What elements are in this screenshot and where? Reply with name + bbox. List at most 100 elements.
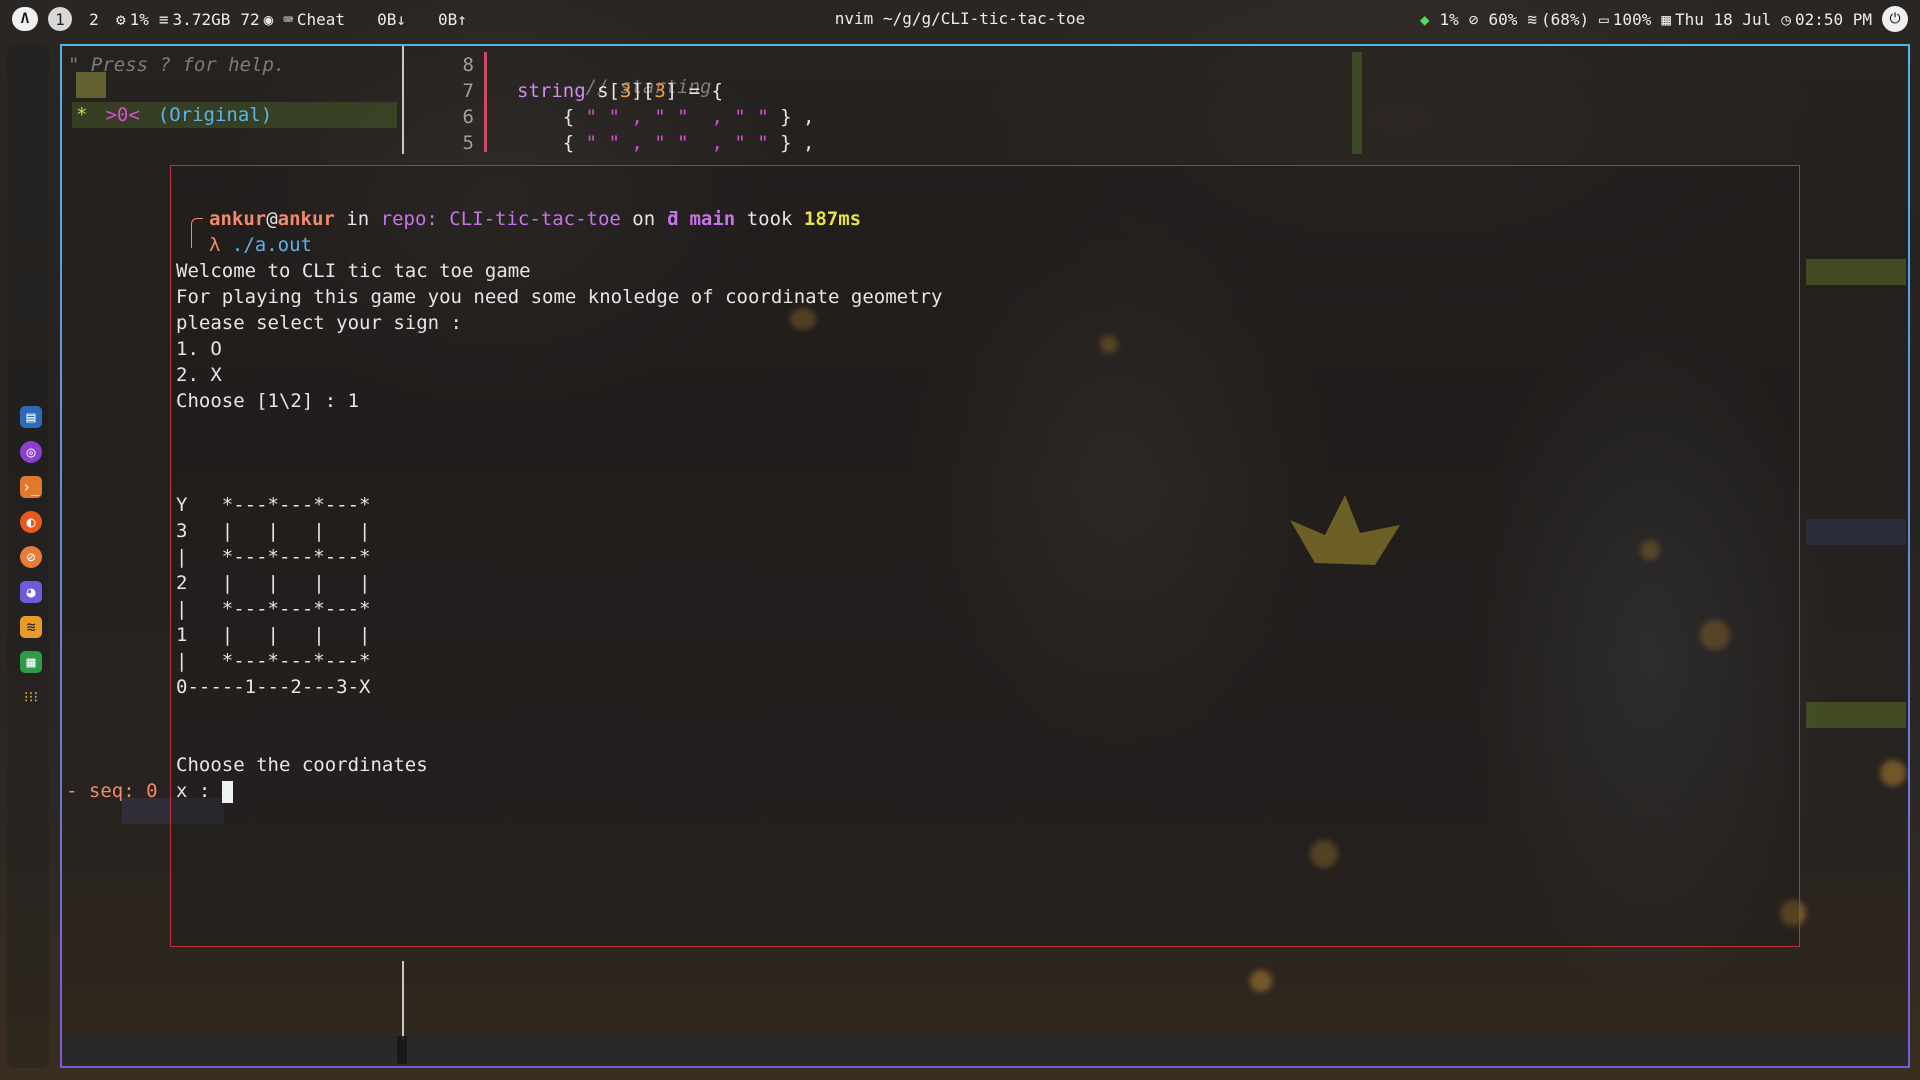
keyboard-icon: ⌨ xyxy=(283,9,293,29)
cheat-widget[interactable]: ⌨ Cheat xyxy=(283,10,345,29)
wifi-strength-widget[interactable]: ≋ (68%) xyxy=(1527,10,1589,29)
postman-icon[interactable]: ⊘ xyxy=(20,546,42,568)
output-line: For playing this game you need some knol… xyxy=(176,286,943,308)
network-icon[interactable]: ≋ xyxy=(20,616,42,638)
wifi-icon: ◆ xyxy=(1419,9,1430,29)
net-up-widget[interactable]: 0B↑ xyxy=(438,10,467,29)
eye-off-icon: ⊘ xyxy=(1468,9,1479,29)
window-title: nvim ~/g/g/CLI-tic-tac-toe xyxy=(834,9,1086,28)
input-line[interactable]: x : xyxy=(176,778,233,804)
network-usage-value: 1% xyxy=(1439,9,1459,29)
date-widget[interactable]: ▦ Thu 18 Jul xyxy=(1661,10,1771,29)
undotree-current-node[interactable]: * >0< (Original) xyxy=(72,102,397,128)
undotree-seq-footer: - seq: 0 xyxy=(66,780,158,802)
battery-value: 100% xyxy=(1612,9,1652,29)
split-divider[interactable] xyxy=(402,46,404,154)
code-text: ][ xyxy=(631,80,655,102)
prompt-branch: ƌ main xyxy=(666,208,736,230)
cpu-widget[interactable]: ⚙ 1% xyxy=(116,10,149,29)
floating-terminal[interactable]: ankur@ankur in repo: CLI-tic-tac-toe on … xyxy=(170,165,1800,947)
workspace-2-button[interactable]: 2 xyxy=(82,7,106,31)
browser-icon[interactable]: ◎ xyxy=(20,441,42,463)
workspace-1-button[interactable]: 1 xyxy=(48,7,72,31)
undotree-seq: >0< xyxy=(105,104,140,126)
code-type: string xyxy=(517,80,586,102)
coordinates-prompt: Choose the coordinates xyxy=(176,754,428,776)
date-value: Thu 18 Jul xyxy=(1674,9,1772,29)
prompt-host: ankur xyxy=(277,208,335,230)
shell-command-line: λ ./a.out xyxy=(209,232,312,258)
undotree-panel[interactable]: " Press ? for help. * >0< (Original) xyxy=(62,46,402,158)
shell-command: ./a.out xyxy=(231,234,312,256)
terminal-icon[interactable]: ›_ xyxy=(20,476,42,498)
time-value: 02:50 PM xyxy=(1794,9,1872,29)
split-divider[interactable] xyxy=(402,961,404,1041)
output-line: 2. X xyxy=(176,364,222,386)
temperature-widget[interactable]: 72 ◉ xyxy=(240,10,273,29)
line-number-bar xyxy=(484,52,487,152)
brightness-value-widget[interactable]: 60% xyxy=(1488,10,1517,29)
board-row: 0-----1---2---3-X xyxy=(176,676,371,698)
scroll-mark xyxy=(1806,259,1906,285)
line-number: 8 xyxy=(462,54,474,76)
memory-icon: ≡ xyxy=(158,9,169,29)
dock: ▤ ◎ ›_ ◐ ⊘ ◕ ≋ ▦ ⁝⁝⁝ xyxy=(7,44,49,1068)
scroll-mark xyxy=(1806,702,1906,728)
app-grid-icon[interactable]: ⁝⁝⁝ xyxy=(20,686,42,708)
undotree-original-label: (Original) xyxy=(157,104,273,126)
clock-icon: ◷ xyxy=(1781,9,1791,29)
battery-icon: ▭ xyxy=(1599,9,1609,29)
output-line: 1. O xyxy=(176,338,222,360)
terminal-cursor xyxy=(221,780,233,803)
cpu-icon: ⚙ xyxy=(116,9,126,29)
spreadsheet-icon[interactable]: ▦ xyxy=(20,651,42,673)
board-row: Y *---*---*---* xyxy=(176,494,371,516)
board-row: | *---*---*---* xyxy=(176,598,371,620)
battery-widget[interactable]: ▭ 100% xyxy=(1599,10,1651,29)
code-editor[interactable]: 8 // starting 7 string s[3][3] = { 6 { "… xyxy=(412,46,1362,158)
net-down-widget[interactable]: 0B↓ xyxy=(377,10,406,29)
board-row: 1 | | | | xyxy=(176,624,371,646)
statusline-divider xyxy=(397,1036,407,1064)
prompt-lambda: λ xyxy=(209,234,221,256)
prompt-user: ankur xyxy=(209,208,267,230)
code-strings: " " , " " , " " xyxy=(585,106,769,128)
power-button[interactable]: ⏻ xyxy=(1882,6,1908,32)
launcher-logo-button[interactable]: Λ xyxy=(12,7,38,31)
top-bar-right: ◆ 1% ⊘ 60% ≋ (68%) ▭ 100% ▦ Thu 18 Jul ◷… xyxy=(1420,6,1908,32)
brightness-widget[interactable]: ⊘ xyxy=(1469,10,1479,29)
code-line[interactable]: { " " , " " , " " } , xyxy=(517,132,815,154)
network-usage-widget[interactable]: 1% xyxy=(1440,10,1459,29)
shell-prompt-line: ankur@ankur in repo: CLI-tic-tac-toe on … xyxy=(209,206,861,232)
top-bar: Λ 1 2 ⚙ 1% ≡ 3.72GB 72 ◉ ⌨ Cheat 0B↓ 0B↑… xyxy=(0,0,1920,38)
file-manager-icon[interactable]: ▤ xyxy=(20,406,42,428)
code-number: 3 xyxy=(654,80,666,102)
clock-widget[interactable]: ◷ 02:50 PM xyxy=(1781,10,1872,29)
top-bar-left: Λ 1 2 ⚙ 1% ≡ 3.72GB 72 ◉ ⌨ Cheat 0B↓ 0B↑ xyxy=(12,7,467,31)
board-row: | *---*---*---* xyxy=(176,546,371,568)
board-row: 2 | | | | xyxy=(176,572,371,594)
wifi-widget[interactable]: ◆ xyxy=(1420,10,1430,29)
prompt-corner-decoration xyxy=(191,218,203,248)
cheat-label: Cheat xyxy=(296,9,346,29)
board-row: 3 | | | | xyxy=(176,520,371,542)
brightness-value: 60% xyxy=(1488,9,1518,29)
power-icon: ⏻ xyxy=(1889,11,1901,27)
discord-icon[interactable]: ◕ xyxy=(20,581,42,603)
prompt-on: on xyxy=(620,208,667,230)
code-line[interactable]: string s[3][3] = { xyxy=(517,80,723,102)
input-prompt: x : xyxy=(176,780,222,802)
firefox-icon[interactable]: ◐ xyxy=(20,511,42,533)
output-line: Choose [1\2] : 1 xyxy=(176,390,360,412)
prompt-repo: repo: CLI-tic-tac-toe xyxy=(380,208,621,230)
code-text: } , xyxy=(768,106,815,128)
memory-widget[interactable]: ≡ 3.72GB xyxy=(159,10,230,29)
code-text: } , xyxy=(768,132,815,154)
line-number: 5 xyxy=(462,132,474,154)
code-line[interactable]: { " " , " " , " " } , xyxy=(517,106,815,128)
line-number: 6 xyxy=(462,106,474,128)
code-text: { xyxy=(517,106,586,128)
net-down-value: 0B↓ xyxy=(377,9,406,29)
prompt-at: @ xyxy=(266,208,278,230)
undotree-star: * xyxy=(76,104,88,126)
